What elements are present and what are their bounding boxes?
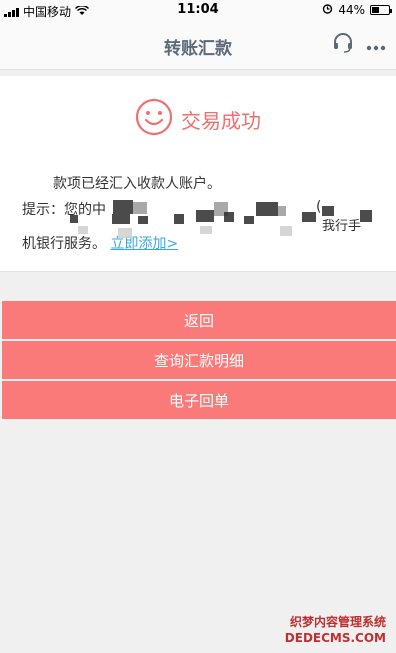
- tip-fragment-right: 我行手: [322, 219, 362, 234]
- transfer-message: 款项已经汇入收款人账户。: [53, 176, 221, 192]
- watermark-line2: DEDECMS.COM: [284, 631, 386, 645]
- alarm-icon: [322, 3, 333, 17]
- watermark: 织梦内容管理系统 DEDECMS.COM: [285, 614, 386, 646]
- query-details-button[interactable]: 查询汇款明细: [2, 341, 396, 379]
- tip-line-3: 机银行服务。 立即添加>: [22, 233, 178, 253]
- more-icon[interactable]: [366, 36, 386, 55]
- status-right: 44%: [322, 3, 392, 17]
- tip-fragment-mid: (: [316, 199, 322, 215]
- success-header: 交易成功: [0, 98, 396, 140]
- battery-icon: [370, 5, 392, 15]
- headset-icon[interactable]: [332, 32, 354, 58]
- smile-icon: [135, 98, 173, 140]
- watermark-line1: 织梦内容管理系统: [289, 615, 386, 629]
- nav-bar: 转账汇款: [0, 20, 396, 70]
- back-button[interactable]: 返回: [2, 301, 396, 339]
- add-now-link[interactable]: 立即添加>: [110, 236, 178, 252]
- tip-prefix: 提示：您的中: [22, 202, 106, 218]
- tip-line3-text: 机银行服务。: [22, 236, 106, 252]
- e-receipt-button[interactable]: 电子回单: [2, 381, 396, 419]
- nav-actions: [332, 32, 386, 58]
- result-card: 交易成功 款项已经汇入收款人账户。 提示：您的中 ( 我行手 机银行服务。 立即…: [0, 76, 396, 272]
- battery-percent: 44%: [338, 3, 365, 17]
- status-bar: 中国移动 11:04 44%: [0, 0, 396, 20]
- success-status: 交易成功: [181, 108, 261, 133]
